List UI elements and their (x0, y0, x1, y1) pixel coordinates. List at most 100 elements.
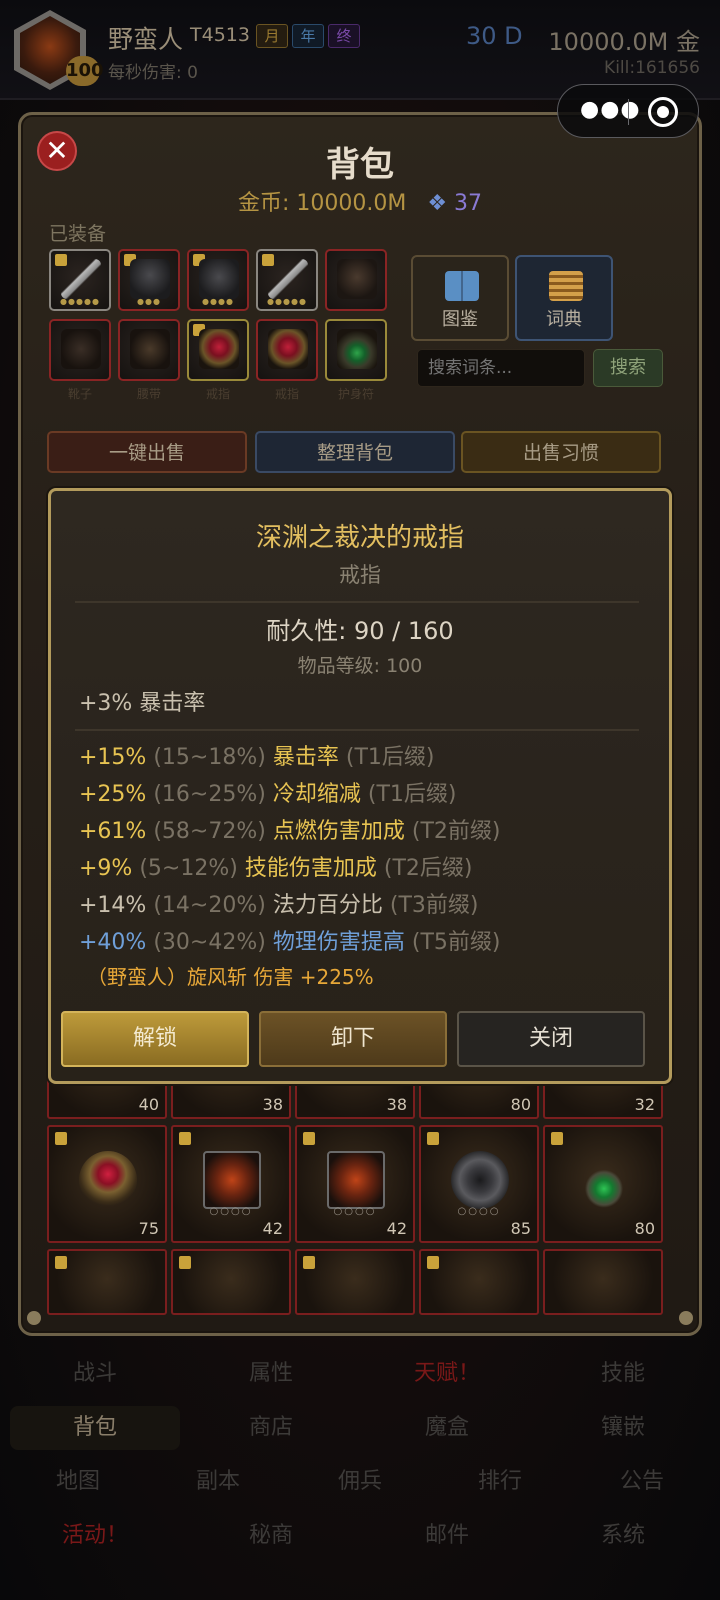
affix-range: (58~72%) (153, 819, 266, 844)
lock-icon (303, 1132, 315, 1145)
affix-value: +25% (79, 782, 147, 807)
search-input[interactable] (417, 349, 585, 387)
affix-value: +61% (79, 819, 147, 844)
panel-rivet (27, 1311, 41, 1325)
codex-button[interactable]: 图鉴 (411, 255, 509, 341)
affix-value: +15% (79, 745, 147, 770)
gloves-icon (337, 259, 377, 299)
affix-name: 暴击率 (272, 745, 339, 770)
bag-title: 背包 (326, 145, 394, 185)
inventory-cell[interactable] (171, 1249, 291, 1315)
sword-icon (61, 259, 101, 299)
equip-slot-ring-1[interactable] (187, 319, 249, 381)
affix-tier: (T3前缀) (389, 893, 479, 918)
inventory-cell[interactable]: ○○○○ 85 (419, 1125, 539, 1243)
avatar-level-badge: 100 (66, 56, 104, 86)
unlock-button[interactable]: 解锁 (61, 1011, 249, 1067)
shield-icon (451, 1151, 509, 1209)
inventory-cell[interactable] (543, 1249, 663, 1315)
equip-slot-helmet[interactable]: ●●● (118, 249, 180, 311)
bottom-nav: 战斗 属性 天赋！ 技能 背包 商店 魔盒 镶嵌 地图 副本 佣兵 排行 公告 … (0, 1352, 720, 1600)
equip-slot-ring-2[interactable] (256, 319, 318, 381)
inventory-cell[interactable] (419, 1249, 539, 1315)
item-name: 深渊之裁决的戒指 (255, 523, 464, 553)
nav-announcement[interactable]: 公告 (574, 1460, 710, 1504)
sword-icon (268, 259, 308, 299)
inventory-cell[interactable] (47, 1249, 167, 1315)
ring-icon (79, 1151, 137, 1209)
book-icon (445, 271, 479, 301)
slot-label-boots: 靴子 (67, 387, 92, 401)
gem-icon: ❖ (427, 191, 448, 216)
nav-system[interactable]: 系统 (538, 1514, 708, 1558)
search-button[interactable]: 搜索 (593, 349, 663, 387)
gauntlet-icon (327, 1151, 385, 1209)
equip-slot-armor[interactable]: ●●●● (187, 249, 249, 311)
dictionary-button[interactable]: 词典 (515, 255, 613, 341)
item-level: 42 (386, 1219, 407, 1238)
nav-map[interactable]: 地图 (10, 1460, 146, 1504)
inventory-cell[interactable]: ○○○○ 42 (171, 1125, 291, 1243)
affix-tier: (T1后缀) (345, 745, 435, 770)
equip-slot-weapon[interactable]: ●●●●● (49, 249, 111, 311)
affix-tier: (T2前缀) (411, 819, 501, 844)
nav-dungeon[interactable]: 副本 (150, 1460, 286, 1504)
sort-bag-button[interactable]: 整理背包 (255, 431, 455, 473)
equip-slot-offhand[interactable]: ●●●●● (256, 249, 318, 311)
one-click-sell-button[interactable]: 一键出售 (47, 431, 247, 473)
nav-secret-merchant[interactable]: 秘商 (186, 1514, 356, 1558)
socket-rings: ○○○○ (209, 1206, 253, 1217)
nav-inlay[interactable]: 镶嵌 (538, 1406, 708, 1450)
item-tooltip: 深渊之裁决的戒指 戒指 耐久性: 90 / 160 物品等级: 100 +3% … (48, 488, 672, 1084)
lock-icon (179, 1256, 191, 1269)
item-level: 42 (262, 1219, 283, 1238)
equipped-label: 已装备 (49, 223, 107, 245)
equip-slot-boots[interactable] (49, 319, 111, 381)
sell-habit-button[interactable]: 出售习惯 (461, 431, 661, 473)
nav-attributes[interactable]: 属性 (186, 1352, 356, 1396)
nav-mail[interactable]: 邮件 (362, 1514, 532, 1558)
lifetime-badge[interactable]: 终 (328, 24, 360, 48)
item-level: 85 (510, 1219, 531, 1238)
panel-rivet (679, 1311, 693, 1325)
affix-name: 物理伤害提高 (272, 930, 405, 955)
nav-events[interactable]: 活动！ (10, 1514, 180, 1558)
inventory-cell[interactable]: 75 (47, 1125, 167, 1243)
inventory-cell[interactable]: ○○○○ 42 (295, 1125, 415, 1243)
nav-shop[interactable]: 商店 (186, 1406, 356, 1450)
nav-skills[interactable]: 技能 (538, 1352, 708, 1396)
nav-ranking[interactable]: 排行 (432, 1460, 568, 1504)
item-durability: 耐久性: 90 / 160 (266, 617, 454, 645)
affix-tier: (T1后缀) (367, 782, 457, 807)
nav-mercenary[interactable]: 佣兵 (292, 1460, 428, 1504)
inventory-cell[interactable] (295, 1249, 415, 1315)
yearly-badge[interactable]: 年 (292, 24, 324, 48)
gem-amount: 37 (454, 191, 483, 216)
kill-counter: Kill:161656 (604, 58, 700, 78)
implicit-stat: +3% 暴击率 (79, 691, 206, 716)
nav-bag[interactable]: 背包 (10, 1406, 180, 1450)
inventory-cell[interactable]: 80 (543, 1125, 663, 1243)
socket-dots: ●●●●● (60, 297, 100, 306)
affix-value: +9% (79, 856, 133, 881)
scroll-icon (549, 271, 583, 301)
exit-target-icon[interactable] (648, 97, 678, 127)
equip-slot-belt[interactable] (118, 319, 180, 381)
more-icon[interactable]: ●●● (580, 97, 641, 122)
monthly-badge[interactable]: 月 (256, 24, 288, 48)
socket-rings: ○○○○ (457, 1206, 501, 1217)
boots-icon (61, 329, 101, 369)
nav-talent[interactable]: 天赋！ (362, 1352, 532, 1396)
unequip-button[interactable]: 卸下 (259, 1011, 447, 1067)
equip-slot-amulet[interactable] (325, 319, 387, 381)
nav-battle[interactable]: 战斗 (10, 1352, 180, 1396)
slot-label-ring-2: 戒指 (274, 387, 299, 401)
belt-icon (130, 329, 170, 369)
capsule-divider (628, 99, 629, 125)
affix-value: +40% (79, 930, 147, 955)
nav-magic-box[interactable]: 魔盒 (362, 1406, 532, 1450)
armor-icon (199, 259, 239, 299)
gauntlet-icon (203, 1151, 261, 1209)
equip-slot-gloves[interactable] (325, 249, 387, 311)
close-tooltip-button[interactable]: 关闭 (457, 1011, 645, 1067)
